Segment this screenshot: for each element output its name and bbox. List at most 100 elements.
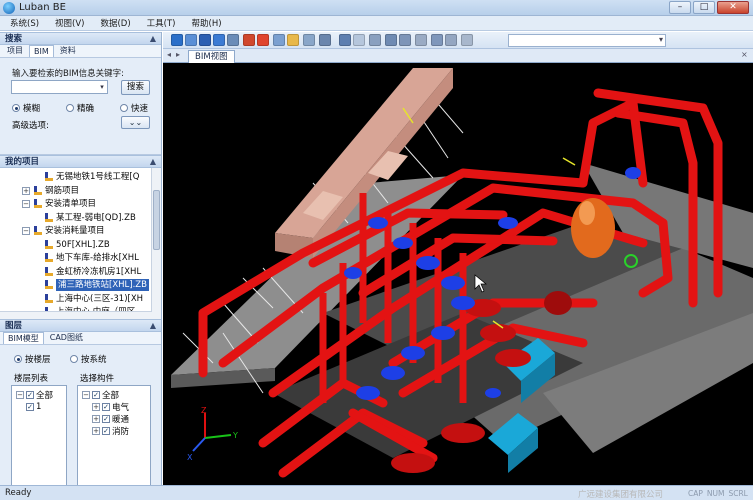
cube-icon[interactable] xyxy=(227,34,239,46)
menu-view[interactable]: 视图(V) xyxy=(55,17,84,29)
search-button[interactable]: 搜索 xyxy=(121,80,150,95)
table-icon[interactable] xyxy=(319,34,331,46)
pane-collapse-icon[interactable]: ▲ xyxy=(150,33,156,45)
menu-data[interactable]: 数据(D) xyxy=(100,17,130,29)
radio-dot-icon xyxy=(120,104,128,112)
close-button[interactable]: ✕ xyxy=(717,1,749,14)
radio-fuzzy[interactable]: 模糊 xyxy=(12,102,40,114)
checkbox-checked-icon[interactable]: ✓ xyxy=(26,390,34,399)
checkbox-checked-icon[interactable]: ✓ xyxy=(102,402,110,411)
layer-checkbox-item[interactable]: − ✓ 全部 xyxy=(16,389,53,401)
tab-close-icon[interactable]: × xyxy=(741,50,748,59)
checkbox-checked-icon[interactable]: ✓ xyxy=(102,414,110,423)
tab-bim-model[interactable]: BIM模型 xyxy=(3,332,44,344)
walk-icon[interactable] xyxy=(445,34,457,46)
project-file-icon xyxy=(44,239,53,250)
view-select[interactable] xyxy=(508,34,666,47)
tree-item-label: 地下车库-给排水[XHL xyxy=(56,253,139,263)
checkbox-checked-icon[interactable]: ✓ xyxy=(26,402,34,411)
collapse-icon[interactable]: − xyxy=(16,390,24,399)
tree-item[interactable]: − 安装消耗量项目 xyxy=(22,225,105,237)
next-icon[interactable] xyxy=(431,34,443,46)
search-input[interactable] xyxy=(11,80,108,94)
radio-dot-icon xyxy=(70,355,78,363)
rotate-icon[interactable] xyxy=(273,34,285,46)
radio-fast-label: 快速 xyxy=(131,104,149,114)
radio-by-system[interactable]: 按系统 xyxy=(70,353,107,365)
tab-right-icon[interactable]: ▸ xyxy=(176,50,180,59)
tree-scrollbar[interactable] xyxy=(151,168,161,319)
advanced-expand-button[interactable]: ⌄⌄ xyxy=(121,116,150,129)
section-icon[interactable] xyxy=(369,34,381,46)
layer-checkbox-item[interactable]: ✓ 1 xyxy=(26,401,41,412)
checkbox-checked-icon[interactable]: ✓ xyxy=(102,426,110,435)
layer-checkbox-item[interactable]: − ✓ 全部 xyxy=(82,389,119,401)
filter-red-icon[interactable] xyxy=(257,34,269,46)
tree-item-label: 安装消耗量项目 xyxy=(45,226,105,236)
capture-icon[interactable] xyxy=(415,34,427,46)
floor-plan-icon[interactable] xyxy=(199,34,211,46)
collapse-icon[interactable]: − xyxy=(82,390,90,399)
grid-icon[interactable] xyxy=(385,34,397,46)
tree-item[interactable]: 上海中心(三区-31)[XH xyxy=(44,293,143,305)
search-hint: 输入要检索的BIM信息关键字: xyxy=(12,69,125,79)
radio-dot-icon xyxy=(12,104,20,112)
expand-icon[interactable]: + xyxy=(92,426,100,435)
radio-fast[interactable]: 快速 xyxy=(120,102,148,114)
search-pane-header: 搜索 ▲ xyxy=(0,32,161,45)
funnel-icon[interactable] xyxy=(303,34,315,46)
checkbox-checked-icon[interactable]: ✓ xyxy=(92,390,100,399)
expand-icon[interactable]: + xyxy=(92,402,100,411)
tab-project[interactable]: 项目 xyxy=(3,45,27,57)
status-text: Ready xyxy=(5,488,32,498)
window-icon[interactable] xyxy=(185,34,197,46)
search-dropdown-icon[interactable]: ▾ xyxy=(97,81,107,93)
tree-item[interactable]: 金虹桥冷冻机房1[XHL xyxy=(44,266,141,278)
menu-help[interactable]: 帮助(H) xyxy=(192,17,222,29)
maximize-button[interactable]: □ xyxy=(693,1,715,14)
select-icon[interactable] xyxy=(243,34,255,46)
tree-item[interactable]: 50F[XHL].ZB xyxy=(44,239,110,251)
scroll-thumb[interactable] xyxy=(153,190,160,250)
zoom-icon[interactable] xyxy=(353,34,365,46)
title-bar: Luban BE – □ ✕ xyxy=(0,0,753,16)
tree-item[interactable]: 浦三路地铁站[XHL].ZB xyxy=(44,279,149,291)
box-icon[interactable] xyxy=(213,34,225,46)
menu-system[interactable]: 系统(S) xyxy=(10,17,39,29)
tree-item[interactable]: − 安装清单项目 xyxy=(22,198,96,210)
layer-checkbox-item[interactable]: + ✓ 暖通 xyxy=(92,413,130,425)
expand-icon[interactable]: + xyxy=(22,186,30,195)
minimize-button[interactable]: – xyxy=(669,1,691,14)
tree-item[interactable]: + 钢筋项目 xyxy=(22,185,79,197)
collapse-icon[interactable]: − xyxy=(22,200,30,208)
tab-docs[interactable]: 资料 xyxy=(56,45,80,57)
radio-by-floor[interactable]: 按楼层 xyxy=(14,353,51,365)
layer-checkbox-item[interactable]: + ✓ 消防 xyxy=(92,425,129,437)
tab-bim[interactable]: BIM xyxy=(29,45,54,57)
search-icon[interactable] xyxy=(399,34,411,46)
settings-icon[interactable] xyxy=(461,34,473,46)
tab-bim-view[interactable]: BIM视图 xyxy=(188,50,235,63)
tree-hscrollbar[interactable] xyxy=(0,311,152,319)
measure-icon[interactable] xyxy=(339,34,351,46)
app-logo-icon xyxy=(3,2,15,14)
checkbox-label: 暖通 xyxy=(112,414,130,425)
hand-icon[interactable] xyxy=(287,34,299,46)
expand-icon[interactable]: + xyxy=(92,414,100,423)
bim-model-render[interactable]: Z Y X xyxy=(163,63,753,485)
tab-cad-drawing[interactable]: CAD图纸 xyxy=(46,332,87,344)
radio-exact[interactable]: 精确 xyxy=(66,102,94,114)
menu-tools[interactable]: 工具(T) xyxy=(147,17,176,29)
layer-checkbox-item[interactable]: + ✓ 电气 xyxy=(92,401,129,413)
bim-3d-viewport[interactable]: Z Y X xyxy=(163,63,753,485)
tree-item[interactable]: 地下车库-给排水[XHL xyxy=(44,252,139,264)
pane-collapse-icon[interactable]: ▲ xyxy=(150,156,156,168)
tab-left-icon[interactable]: ◂ xyxy=(167,50,171,59)
project-pane-header: 我的项目 ▲ xyxy=(0,155,161,168)
tree-item[interactable]: 无锡地铁1号线工程[Q xyxy=(44,171,139,183)
tree-item[interactable]: 某工程-弱电[QD].ZB xyxy=(44,212,136,224)
layout-icon[interactable] xyxy=(171,34,183,46)
project-file-icon xyxy=(44,280,53,290)
pane-collapse-icon[interactable]: ▲ xyxy=(150,320,156,332)
collapse-icon[interactable]: − xyxy=(22,227,30,235)
